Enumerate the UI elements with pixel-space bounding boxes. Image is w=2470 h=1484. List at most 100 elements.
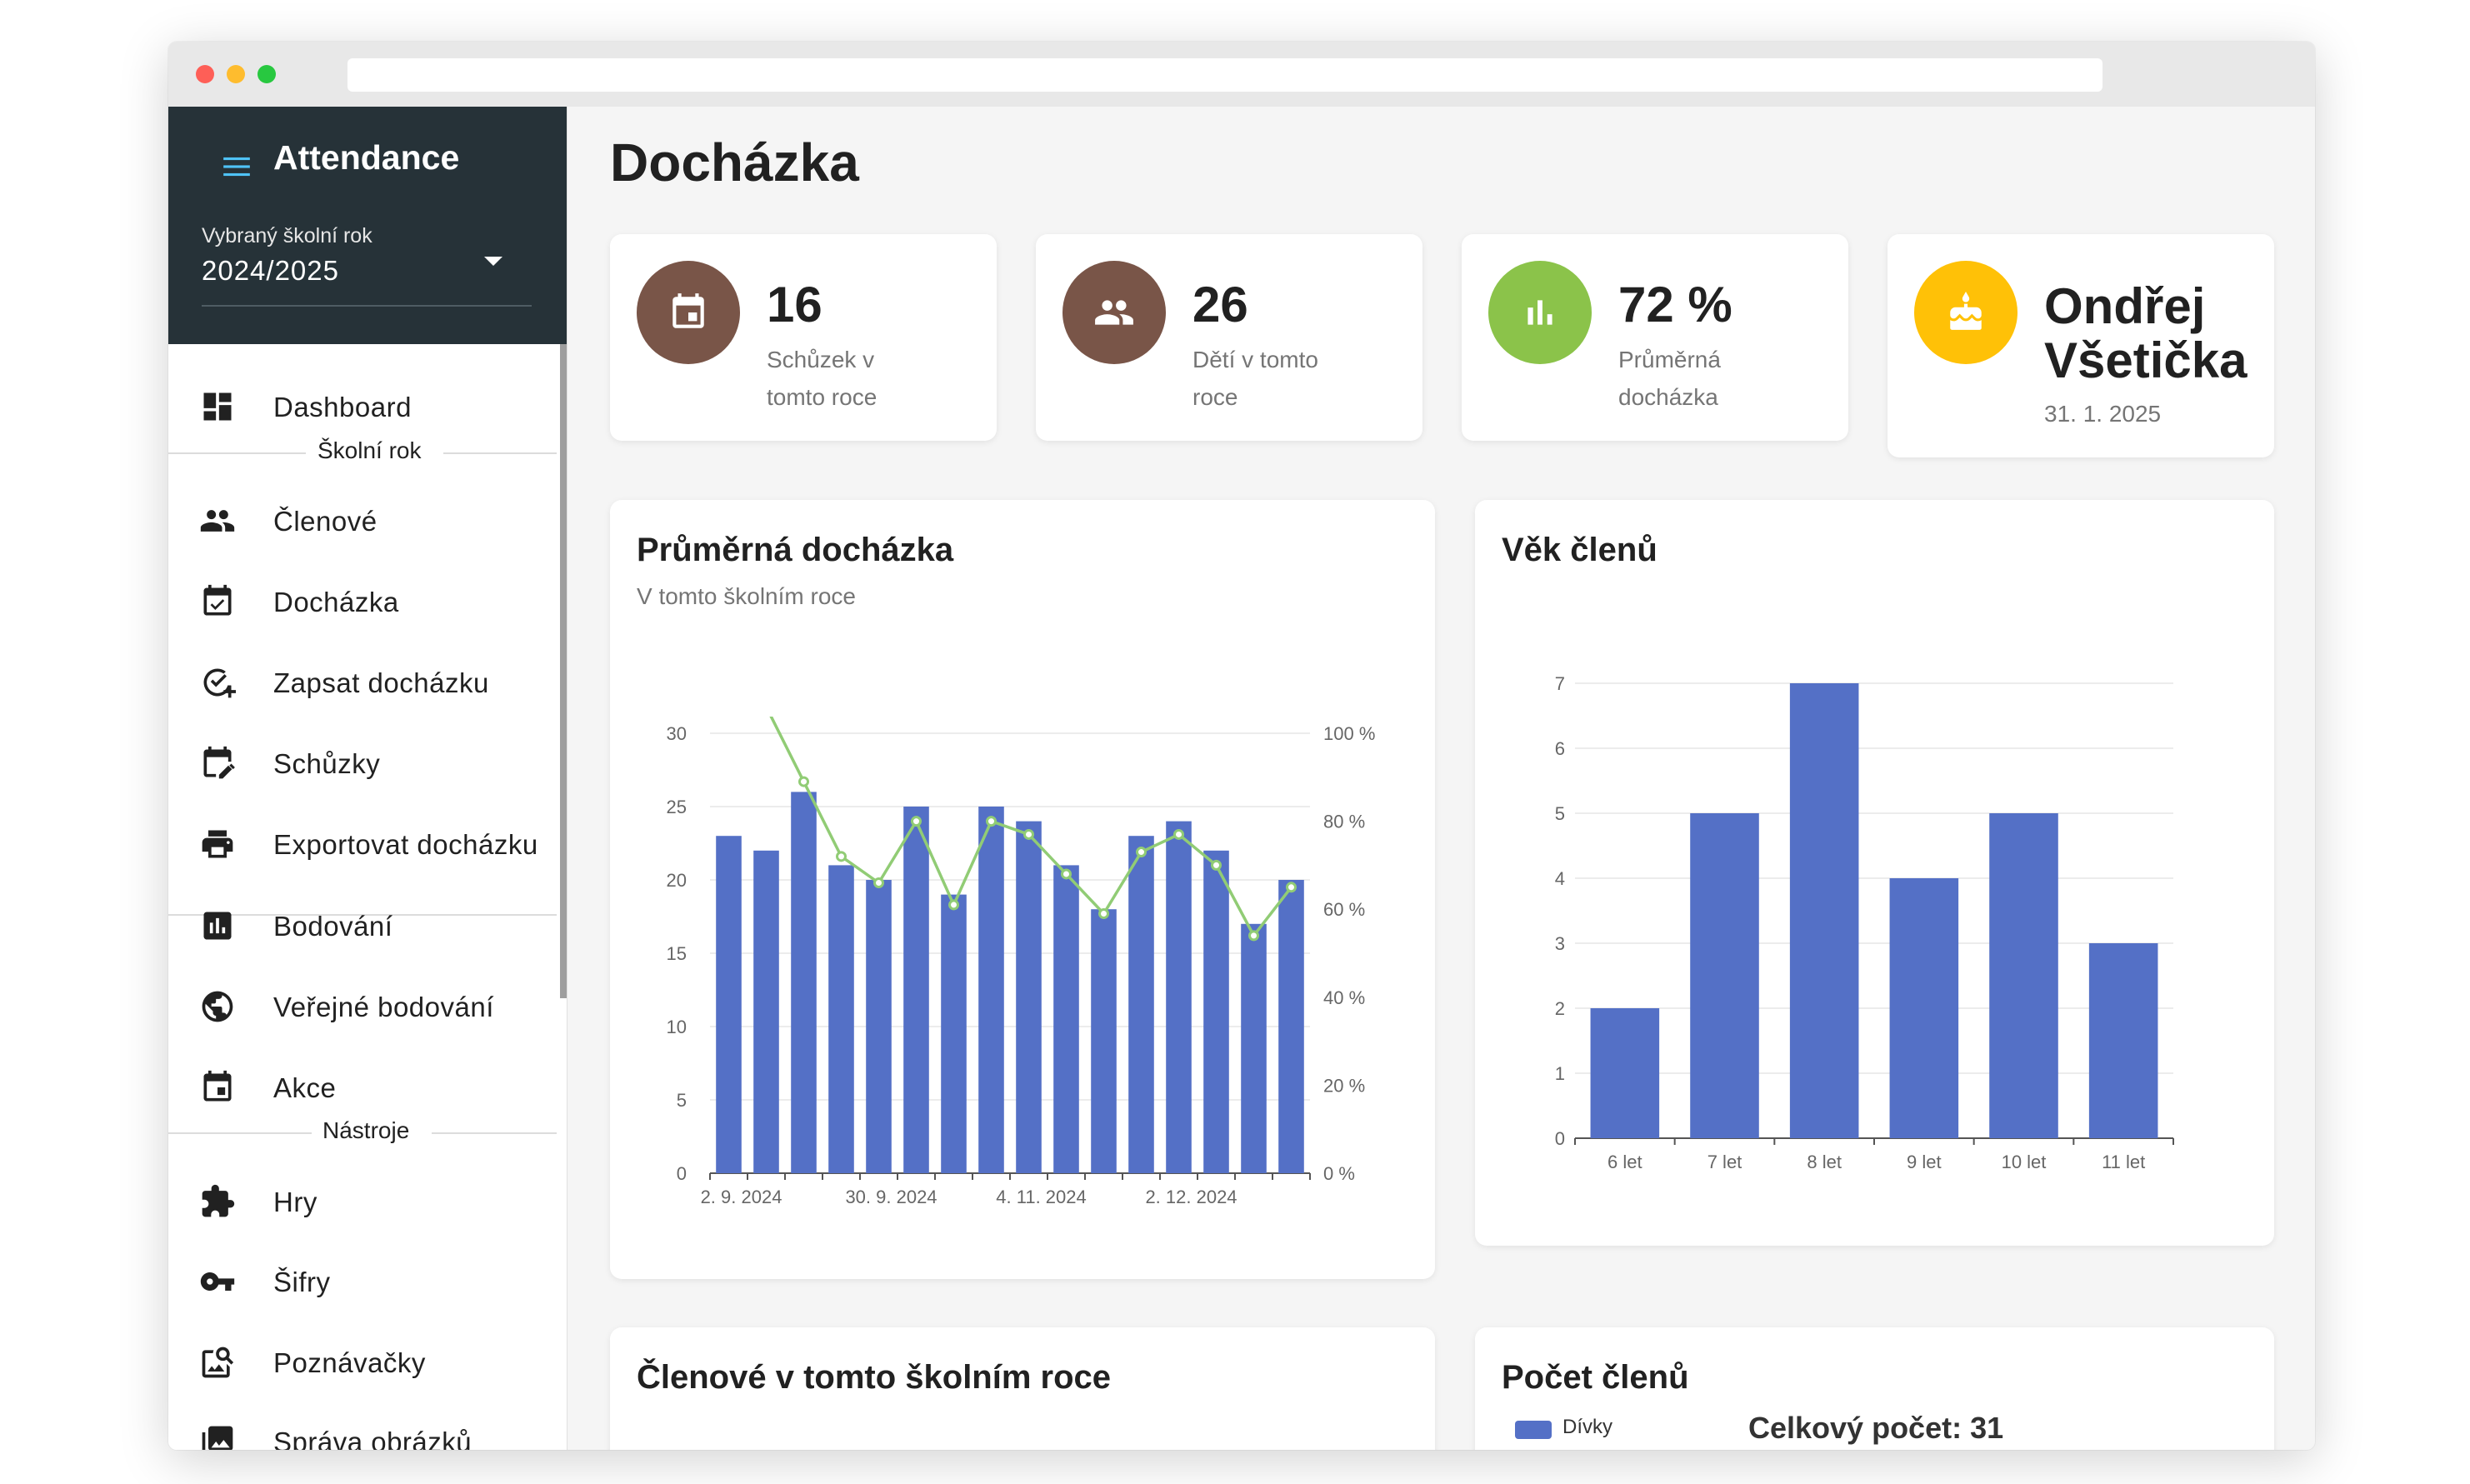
- age-bar: [1590, 1008, 1660, 1138]
- attendance-percent-point: [1211, 859, 1222, 871]
- minimize-window-button[interactable]: [227, 65, 245, 83]
- members-this-year-card: Členové v tomto školním roce: [610, 1327, 1435, 1450]
- legend-swatch: [1515, 1421, 1552, 1439]
- age-bar: [2088, 943, 2158, 1138]
- section-school-year: Školní rok: [168, 436, 557, 469]
- y-left-tick-label: 15: [667, 943, 687, 964]
- card-title: Počet členů: [1502, 1359, 1689, 1396]
- sidebar-item-label: Správa obrázků: [273, 1427, 472, 1450]
- attendance-percent-point: [948, 899, 959, 911]
- sidebar-item-label: Docházka: [273, 587, 399, 617]
- bar-chart-icon: [1528, 300, 1552, 325]
- image-search-icon: [202, 1347, 234, 1378]
- y-right-tick-label: 100 %: [1323, 723, 1375, 744]
- address-bar[interactable]: [348, 58, 2102, 92]
- close-window-button[interactable]: [196, 65, 214, 83]
- browser-window: Attendance Vybraný školní rok 2024/2025 …: [168, 42, 2315, 1450]
- attendance-bar: [903, 807, 929, 1173]
- sidebar-item-label: Zapsat docházku: [273, 667, 489, 698]
- attendance-percent-point: [1248, 930, 1259, 942]
- sidebar-item-dashboard[interactable]: Dashboard: [168, 373, 557, 440]
- stat-label: Schůzek v tomto roce: [767, 347, 878, 410]
- legend-label-girls[interactable]: Dívky: [1562, 1416, 1612, 1439]
- y-tick-label: 4: [1555, 868, 1565, 889]
- sidebar-item-label: Členové: [273, 506, 378, 537]
- attendance-percent-point: [873, 877, 884, 889]
- select-underline: [202, 305, 532, 307]
- sidebar-item-label: Schůzky: [273, 748, 381, 779]
- sidebar-item-scoring[interactable]: Bodování: [168, 892, 557, 959]
- stat-label: Průměrná docházka: [1618, 347, 1721, 410]
- school-year-select[interactable]: 2024/2025: [202, 255, 339, 287]
- section-label: Školní rok: [318, 437, 422, 463]
- key-icon: [200, 1272, 235, 1291]
- sidebar-item-export-attendance[interactable]: Exportovat docházku: [168, 811, 557, 877]
- stat-value: 26: [1192, 277, 1248, 332]
- attendance-bar: [1203, 850, 1229, 1173]
- sidebar-item-record-attendance[interactable]: Zapsat docházku: [168, 649, 557, 716]
- attendance-bar: [1166, 821, 1192, 1173]
- stat-card-average: 72 % Průměrná docházka: [1462, 234, 1848, 441]
- attendance-bar: [753, 850, 779, 1173]
- birthday-name: Ondřej Všetička: [2044, 279, 2248, 387]
- attendance-percent-point: [1286, 882, 1297, 893]
- attendance-percent-point: [986, 816, 997, 827]
- age-bar: [1889, 878, 1959, 1138]
- attendance-percent-point: [1061, 868, 1072, 880]
- attendance-bar: [1241, 923, 1267, 1173]
- attendance-percent-point: [1173, 828, 1184, 840]
- y-left-tick-label: 25: [667, 797, 687, 817]
- sidebar-item-meetings[interactable]: Schůzky: [168, 730, 557, 797]
- sidebar-item-ciphers[interactable]: Šifry: [168, 1248, 557, 1315]
- section-label: Nástroje: [322, 1117, 410, 1143]
- sidebar-scrollbar[interactable]: [560, 344, 567, 998]
- average-attendance-card: Průměrná docházka V tomto školním roce 0…: [610, 500, 1435, 1279]
- sidebar-item-events[interactable]: Akce: [168, 1054, 557, 1121]
- member-age-card: Věk členů 012345676 let 7 let 8 let 9 let 10…: [1475, 500, 2274, 1246]
- x-tick-label: 30. 9. 2024: [845, 1187, 937, 1207]
- card-title: Členové v tomto školním roce: [637, 1359, 1112, 1396]
- maximize-window-button[interactable]: [258, 65, 276, 83]
- y-tick-label: 0: [1555, 1128, 1565, 1149]
- sidebar-item-attendance[interactable]: Docházka: [168, 568, 557, 635]
- birthday-date: 31. 1. 2025: [2044, 401, 2162, 427]
- globe-icon: [202, 991, 233, 1022]
- x-tick-label: 2. 12. 2024: [1145, 1187, 1237, 1207]
- sidebar-item-public-scoring[interactable]: Veřejné bodování: [168, 973, 557, 1040]
- dashboard-icon: [203, 392, 232, 421]
- hamburger-menu-icon[interactable]: [221, 151, 252, 182]
- y-left-tick-label: 5: [677, 1090, 687, 1111]
- x-tick-label: 2. 9. 2024: [701, 1187, 782, 1207]
- x-tick-label: 10 let: [2002, 1152, 2047, 1172]
- sidebar-header: Attendance Vybraný školní rok 2024/2025: [168, 107, 567, 344]
- age-bar: [1690, 813, 1759, 1138]
- photo-library-icon: [202, 1426, 233, 1450]
- attendance-percent-point: [836, 851, 847, 862]
- sidebar-item-label: Hry: [273, 1187, 318, 1217]
- bar-chart-icon: [203, 912, 232, 940]
- y-right-tick-label: 60 %: [1323, 899, 1365, 920]
- attendance-bar: [1278, 880, 1304, 1173]
- browser-titlebar: [168, 42, 2315, 107]
- sidebar-item-image-management[interactable]: Správa obrázků: [168, 1408, 557, 1450]
- y-tick-label: 6: [1555, 738, 1565, 759]
- y-right-tick-label: 20 %: [1323, 1075, 1365, 1096]
- attendance-bar: [1091, 909, 1117, 1173]
- sidebar-item-games[interactable]: Hry: [168, 1168, 557, 1235]
- check-circle-add-icon: [203, 668, 236, 698]
- sidebar-item-label: Poznávačky: [273, 1347, 426, 1378]
- chevron-down-icon[interactable]: [484, 257, 502, 266]
- attendance-bar: [941, 894, 967, 1173]
- x-tick-label: 4. 11. 2024: [996, 1187, 1086, 1207]
- sidebar-item-label: Bodování: [273, 911, 393, 942]
- sidebar-item-quizzes[interactable]: Poznávačky: [168, 1329, 557, 1396]
- sidebar-item-members[interactable]: Členové: [168, 487, 557, 554]
- school-year-label: Vybraný školní rok: [202, 224, 372, 247]
- calendar-icon: [672, 293, 704, 328]
- attendance-bar: [828, 865, 854, 1173]
- x-tick-label: 8 let: [1807, 1152, 1842, 1172]
- sidebar-item-label: Šifry: [273, 1267, 331, 1297]
- calendar-edit-icon: [203, 746, 235, 779]
- attendance-bar: [716, 836, 742, 1173]
- attendance-bar: [978, 807, 1004, 1173]
